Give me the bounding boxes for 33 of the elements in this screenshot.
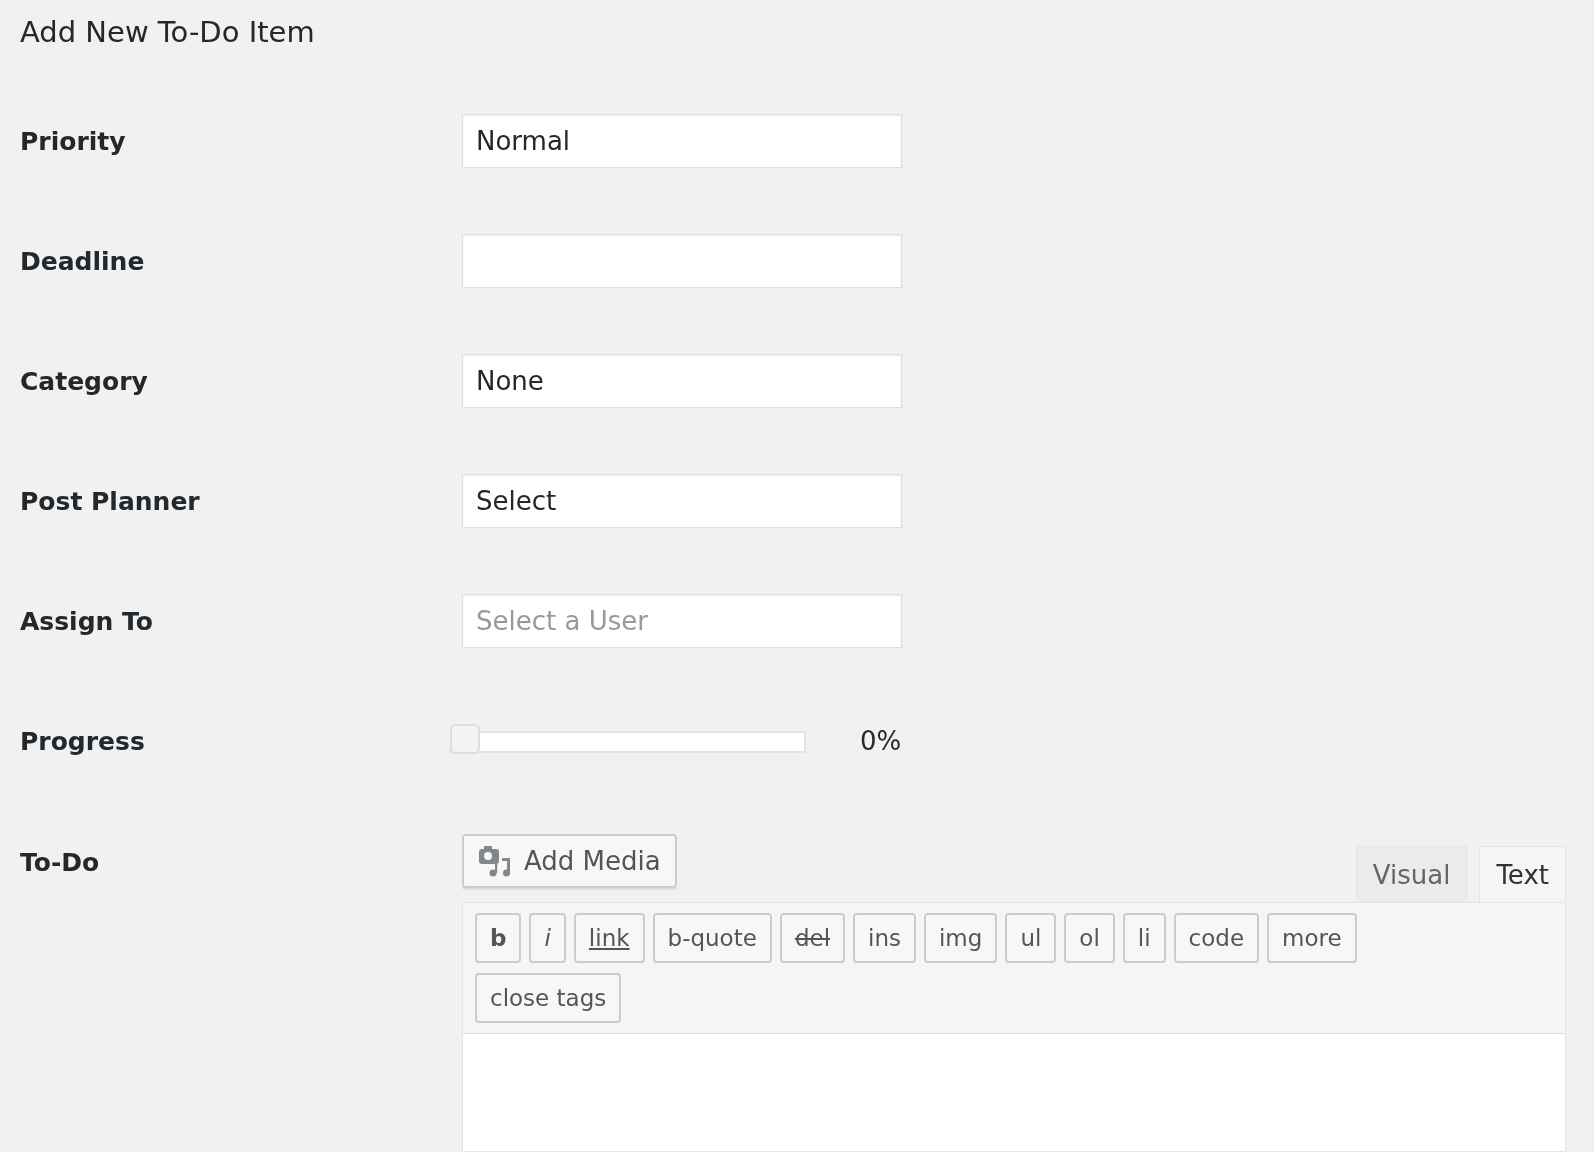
editor-text-area[interactable] [463,1034,1565,1151]
progress-reading: 0% [860,726,902,756]
field-label: Post Planner [20,486,201,516]
quicktag-button[interactable]: ul [1005,913,1057,963]
quicktag-button[interactable]: close tags [475,973,622,1023]
page-title: Add New To-Do Item [20,14,316,51]
text-field[interactable]: Select a User [462,594,902,648]
select-field[interactable]: Normal [462,114,902,168]
quicktag-button[interactable]: more [1267,913,1357,963]
quicktag-button[interactable]: i [529,913,566,963]
quicktag-button[interactable]: b-quote [652,913,772,963]
quicktag-button[interactable]: li [1122,913,1166,963]
field-label: Progress [20,726,146,756]
quicktag-button[interactable]: ins [853,913,916,963]
select-field[interactable]: None [462,354,902,408]
field-label: Assign To [20,606,154,636]
editor-tab[interactable]: Visual [1355,846,1468,902]
add-media-button[interactable]: Add Media [462,834,677,888]
quicktag-button[interactable]: del [779,913,845,963]
quicktag-button[interactable]: b [475,913,522,963]
field-label: Deadline [20,246,146,276]
field-label: To-Do [20,847,101,877]
camera-music-icon [478,844,512,878]
slider-thumb[interactable] [450,724,480,754]
text-field[interactable] [462,234,902,288]
field-label: Priority [20,126,127,156]
quicktag-button[interactable]: ol [1064,913,1115,963]
quicktag-button[interactable]: code [1173,913,1260,963]
editor-tab[interactable]: Text [1479,846,1566,903]
quicktag-button[interactable]: img [923,913,998,963]
select-field[interactable]: Select [462,474,902,528]
field-label: Category [20,366,149,396]
quicktag-button[interactable]: link [573,913,645,963]
